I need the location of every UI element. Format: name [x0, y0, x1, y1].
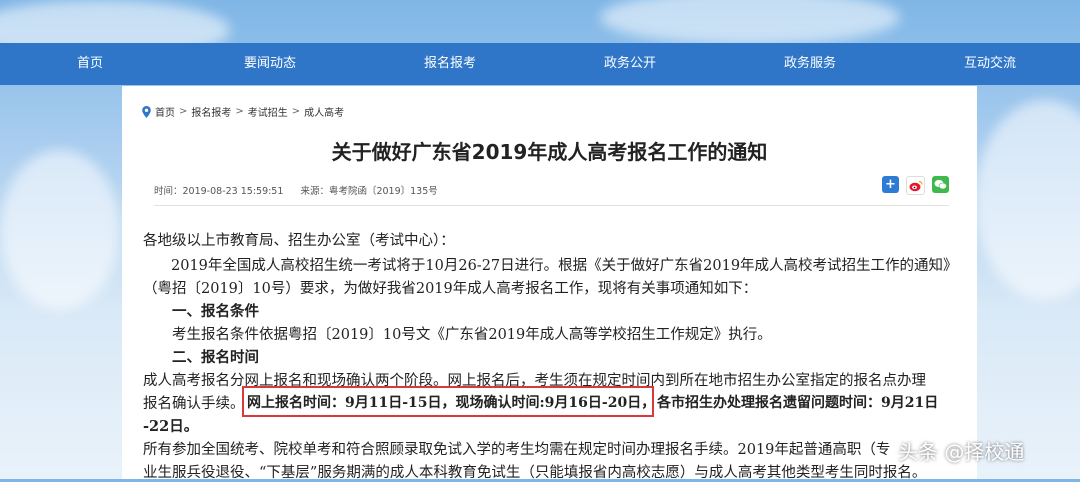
breadcrumb: 首页 > 报名报考 > 考试招生 > 成人高考: [142, 104, 344, 119]
cloud: [975, 100, 1080, 300]
paragraph: 报名确认手续。: [143, 396, 245, 412]
nav-registration[interactable]: 报名报考: [360, 43, 540, 85]
section-heading: 一、报名条件: [172, 303, 259, 320]
location-pin-icon: [142, 105, 151, 118]
paragraph: （粤招〔2019〕10号）要求，为做好我省2019年成人高考报名工作，现将有关事…: [143, 281, 758, 297]
paragraph: -22日。: [143, 418, 199, 435]
cloud: [600, 0, 900, 45]
watermark: 头条 @择校通: [898, 440, 1025, 464]
cloud: [0, 150, 120, 310]
nav-home[interactable]: 首页: [0, 43, 180, 85]
nav-interaction[interactable]: 互动交流: [900, 43, 1080, 85]
article-source: 来源：粤考院函〔2019〕135号: [300, 186, 438, 197]
registration-times: 网上报名时间：9月11日-15日，现场确认时间:9月16日-20日，: [247, 395, 656, 411]
paragraph: 2019年全国成人高校招生统一考试将于10月26-27日进行。根据《关于做好广东…: [171, 258, 958, 274]
section-heading: 二、报名时间: [172, 349, 259, 366]
crumb-sep: >: [179, 106, 188, 117]
article-meta: 时间：2019-08-23 15:59:51 来源：粤考院函〔2019〕135号: [154, 183, 452, 197]
share-plus-icon[interactable]: +: [882, 176, 899, 193]
paragraph: 考生报名条件依据粤招〔2019〕10号文《广东省2019年成人高等学校招生工作规…: [172, 327, 772, 343]
page-title: 关于做好广东省2019年成人高考报名工作的通知: [331, 140, 768, 164]
crumb-registration[interactable]: 报名报考: [191, 104, 231, 119]
crumb-sep: >: [291, 106, 301, 117]
main-nav: 首页 要闻动态 报名报考 政务公开 政务服务 互动交流: [0, 43, 1080, 85]
crumb-adult-exam[interactable]: 成人高考: [304, 104, 344, 119]
nav-gov-services[interactable]: 政务服务: [720, 43, 900, 85]
leftover-issue-time: 各市招生办处理报名遗留问题时间：9月21日: [657, 395, 939, 411]
publish-time: 时间：2019-08-23 15:59:51: [154, 186, 284, 197]
nav-news[interactable]: 要闻动态: [180, 43, 360, 85]
share-bar: +: [882, 176, 949, 195]
crumb-home[interactable]: 首页: [155, 104, 175, 119]
weibo-icon[interactable]: [906, 176, 925, 195]
nav-gov-affairs[interactable]: 政务公开: [540, 43, 720, 85]
wechat-icon[interactable]: [932, 176, 949, 193]
crumb-sep: >: [235, 106, 244, 117]
salutation: 各地级以上市教育局、招生办公室（考试中心）：: [143, 233, 455, 249]
paragraph: 所有参加全国统考、院校单考和符合照顾录取免试入学的考生均需在规定时间办理报名手续…: [143, 442, 891, 458]
crumb-exams[interactable]: 考试招生: [248, 104, 288, 119]
divider: [154, 205, 949, 206]
